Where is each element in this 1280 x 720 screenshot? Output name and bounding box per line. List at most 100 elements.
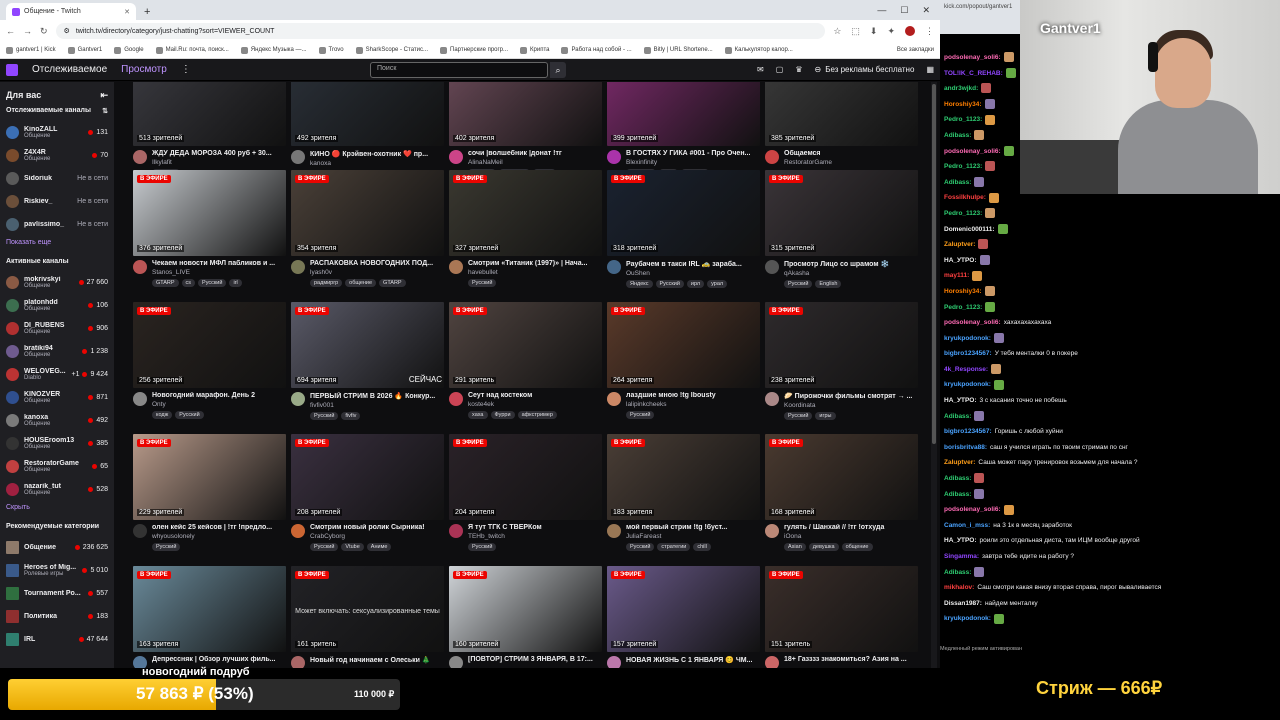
close-tab-icon[interactable]: ✕ — [124, 8, 130, 16]
tag-chip[interactable]: Vtube — [341, 543, 364, 551]
tag-chip[interactable]: Русский — [626, 411, 655, 419]
tag-chip[interactable]: Русский — [626, 543, 655, 551]
stream-thumbnail[interactable]: В ЭФИРЕ 327 зрителей — [449, 170, 602, 256]
stream-card[interactable]: В ЭФИРЕ 327 зрителей Смотрим «Титаник (199… — [449, 170, 604, 287]
stream-thumbnail[interactable]: В ЭФИРЕ 157 зрителей — [607, 566, 760, 652]
forward-icon[interactable]: → — [23, 26, 32, 36]
chat-username[interactable]: Horoshiy34: — [944, 288, 982, 295]
stream-title[interactable]: ЖДУ ДЕДА МОРОЗА 400 руб + 30... — [152, 150, 288, 157]
chat-username[interactable]: Adibass: — [944, 475, 971, 482]
stream-card[interactable]: В ЭФИРЕ 318 зрителей Раубачем в такси IRL … — [607, 170, 762, 288]
tag-chip[interactable]: Русский — [468, 543, 497, 551]
download-icon[interactable]: ⬇ — [870, 26, 878, 37]
stream-card[interactable]: В ЭФИРЕ Может включать: сексуализированны… — [291, 566, 446, 668]
channel-name[interactable]: kanoxa — [310, 160, 446, 167]
stream-title[interactable]: Новый год начинаем с Олеськи 🎄 — [310, 656, 446, 664]
streamer-avatar[interactable] — [765, 260, 779, 274]
streamer-avatar[interactable] — [765, 524, 779, 538]
stream-card[interactable]: В ЭФИРЕ 163 зрителя Депрессняк | Обзор луч… — [133, 566, 288, 668]
chat-username[interactable]: Domenic000111: — [944, 226, 995, 233]
chat-username[interactable]: Dissan1987: — [944, 600, 982, 607]
stream-title[interactable]: Я тут ТГК С ТВЕРКом — [468, 524, 604, 531]
streamer-avatar[interactable] — [133, 524, 147, 538]
stream-title[interactable]: Раубачем в такси IRL 🚕 зараба... — [626, 260, 762, 268]
stream-card[interactable]: В ЭФИРЕ 204 зрителя Я тут ТГК С ТВЕРКом TEH… — [449, 434, 604, 551]
stream-title[interactable]: лаздшие мною !tg lbousty — [626, 392, 762, 399]
chat-username[interactable]: Camon_i_mss: — [944, 522, 990, 529]
stream-thumbnail[interactable]: В ЭФИРЕ 163 зрителя — [133, 566, 286, 652]
bookmark-item[interactable]: SharkScope - Статис... — [355, 46, 428, 54]
stream-title[interactable]: Чекаем новости МФЛ пабликов и ... — [152, 260, 288, 267]
stream-thumbnail[interactable]: В ЭФИРЕ 318 зрителей — [607, 170, 760, 256]
stream-card[interactable]: В ЭФИРЕ 376 зрителей Чекаем новости МФЛ па… — [133, 170, 288, 287]
channel-name[interactable]: RestoratorGame — [784, 159, 920, 166]
bookmark-item[interactable]: Яндекс Музыка —... — [240, 46, 307, 54]
stream-card[interactable]: В ЭФИРЕ 168 зрителей гулять / Шанхай // !т… — [765, 434, 920, 551]
stream-thumbnail[interactable]: 492 зрителя — [291, 82, 444, 146]
stream-title[interactable]: Общаемся — [784, 150, 920, 157]
crown-icon[interactable]: ♛ — [795, 65, 802, 74]
stream-thumbnail[interactable]: В ЭФИРЕ 168 зрителей — [765, 434, 918, 520]
stream-thumbnail[interactable]: 385 зрителей — [765, 82, 918, 146]
chat-username[interactable]: kryukpodonok: — [944, 381, 991, 388]
tag-chip[interactable]: Русский — [468, 279, 497, 287]
channel-name[interactable]: koste4ek — [468, 401, 604, 408]
streamer-avatar[interactable] — [449, 524, 463, 538]
tag-chip[interactable]: Фурри — [490, 411, 515, 419]
scrollbar-thumb[interactable] — [932, 84, 936, 444]
tag-chip[interactable]: chill — [693, 543, 711, 551]
streamer-avatar[interactable] — [133, 260, 147, 274]
show-more-link[interactable]: Показать еще — [0, 236, 114, 254]
tag-chip[interactable]: Русский — [310, 543, 339, 551]
menu-icon[interactable]: ⋮ — [925, 26, 934, 37]
streamer-avatar[interactable] — [291, 260, 305, 274]
bookmark-item[interactable]: Trovo — [318, 46, 344, 54]
tag-chip[interactable]: Русский — [655, 280, 684, 288]
category-item[interactable]: Политика 183 — [0, 605, 114, 628]
tag-chip[interactable]: cs — [181, 279, 196, 287]
chat-username[interactable]: Horoshiy34: — [944, 101, 982, 108]
stream-thumbnail[interactable]: 399 зрителей — [607, 82, 760, 146]
search-input[interactable]: Поиск — [370, 61, 548, 78]
ad-free-button[interactable]: ⊖ Без рекламы бесплатно — [814, 65, 914, 74]
sort-icon[interactable]: ⇅ — [102, 107, 108, 115]
category-item[interactable]: Общение 236 625 — [0, 536, 114, 559]
channel-name[interactable]: JuliaFareast — [626, 533, 762, 540]
stream-thumbnail[interactable]: В ЭФИРЕ 151 зритель — [765, 566, 918, 652]
streamer-avatar[interactable] — [765, 392, 779, 406]
stream-card[interactable]: В ЭФИРЕ 157 зрителей НОВАЯ ЖИЗНЬ С 1 ЯНВАР… — [607, 566, 762, 668]
sidebar-channel[interactable]: platonhdd Общение 106 — [0, 294, 114, 317]
channel-name[interactable]: havebullet — [468, 269, 604, 276]
bookmark-item[interactable]: Gantver1 — [67, 46, 102, 54]
sidebar-channel[interactable]: kanoxa Общение 492 — [0, 409, 114, 432]
stream-title[interactable]: сочи |волшебник |донат !тг — [468, 150, 604, 157]
stream-title[interactable]: НОВАЯ ЖИЗНЬ С 1 ЯНВАРЯ 😊 ЧМ... — [626, 656, 762, 664]
sidebar-channel[interactable]: nazarik_tut Общение 528 — [0, 478, 114, 501]
channel-name[interactable]: Onty — [152, 401, 288, 408]
collapse-icon[interactable]: ⇤ — [100, 90, 108, 101]
stream-card[interactable]: В ЭФИРЕ 291 зритель Сеут над костеком koste… — [449, 302, 604, 419]
stream-title[interactable]: мой первый стрим !tg !буст... — [626, 524, 762, 531]
stream-title[interactable]: 🥟 Пирожочки фильмы смотрят → ... — [784, 392, 920, 400]
tag-chip[interactable]: English — [815, 280, 842, 288]
streamer-avatar[interactable] — [765, 656, 779, 668]
stream-card[interactable]: В ЭФИРЕ 208 зрителей Смотрим новый ролик С… — [291, 434, 446, 551]
bookmark-item[interactable]: Bitly | URL Shortene... — [643, 46, 713, 54]
search-icon[interactable]: ⌕ — [550, 61, 566, 78]
streamer-avatar[interactable] — [133, 392, 147, 406]
stream-title[interactable]: Сеут над костеком — [468, 392, 604, 399]
stream-title[interactable]: ПЕРВЫЙ СТРИМ В 2026 🔥 Конкур... — [310, 392, 446, 400]
chat-username[interactable]: bigbro1234567: — [944, 428, 992, 435]
star-icon[interactable]: ☆ — [833, 26, 841, 37]
chat-username[interactable]: podsolenay_soli6: — [944, 148, 1001, 155]
stream-card[interactable]: В ЭФИРЕ 315 зрителей Просмотр Лицо со шрам… — [765, 170, 920, 288]
sidebar-channel[interactable]: RestoratorGame Общение 65 — [0, 455, 114, 478]
bookmark-item[interactable]: Партнерские прогр... — [440, 46, 508, 54]
stream-thumbnail[interactable]: В ЭФИРЕ 354 зрителя — [291, 170, 444, 256]
channel-name[interactable]: AlinaNaMeil — [468, 159, 604, 166]
stream-title[interactable]: гулять / Шанхай // !тг !отхуда — [784, 524, 920, 531]
tag-chip[interactable]: Русский — [784, 280, 813, 288]
whispers-icon[interactable]: ▢ — [776, 65, 784, 74]
channel-name[interactable]: whyousolonely — [152, 533, 288, 540]
tag-chip[interactable]: ирл — [686, 280, 705, 288]
